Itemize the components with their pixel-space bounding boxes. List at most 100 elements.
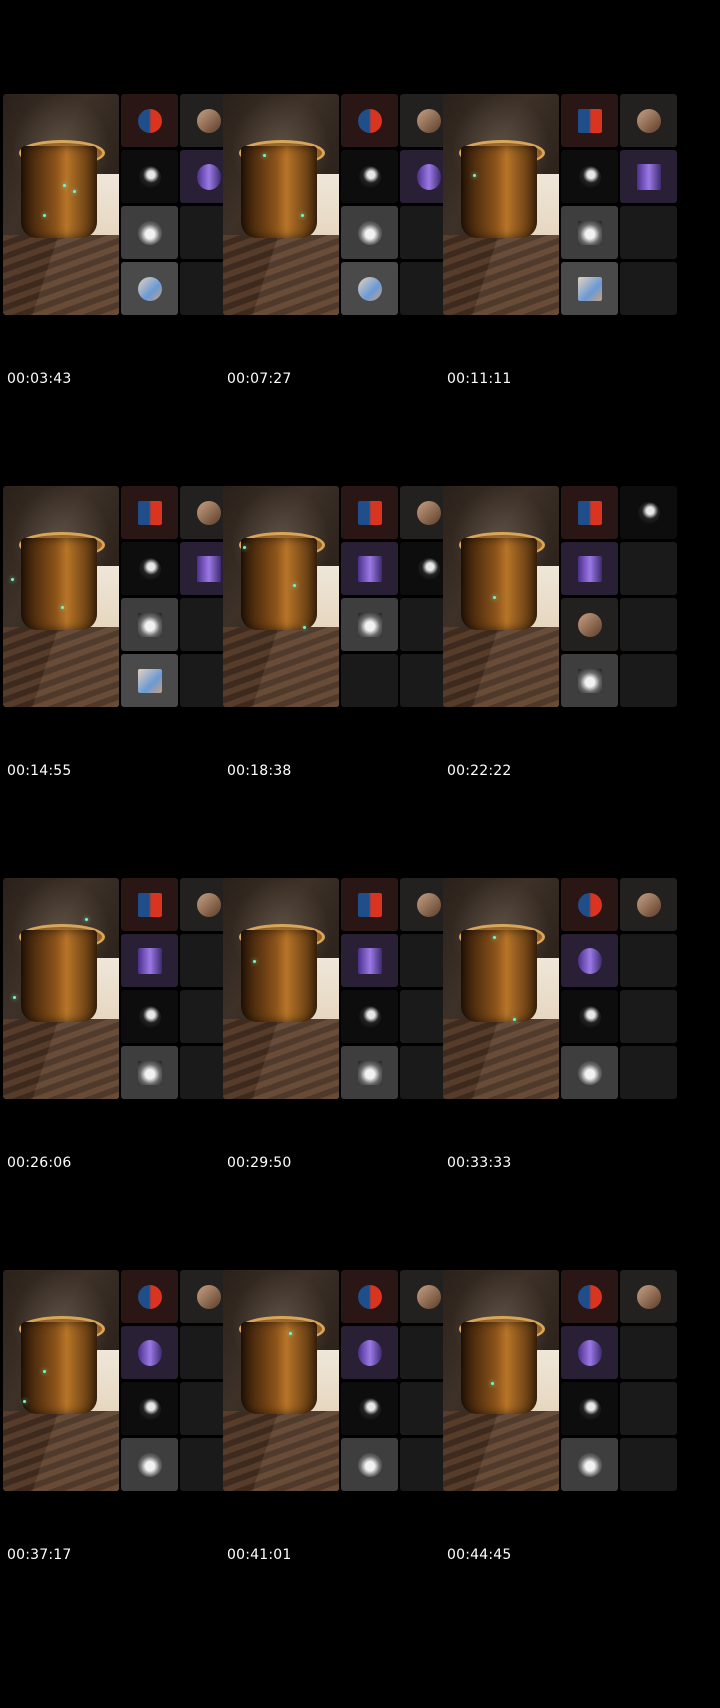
participant-tile[interactable] xyxy=(341,262,398,315)
participant-tile[interactable] xyxy=(341,542,398,595)
participant-tile[interactable] xyxy=(341,1046,398,1099)
participant-tile[interactable] xyxy=(561,654,618,707)
participant-tile[interactable] xyxy=(121,262,178,315)
contact-sheet-frame: 00:44:45 xyxy=(443,1270,677,1585)
participant-tile[interactable] xyxy=(341,150,398,203)
participant-tile[interactable] xyxy=(121,542,178,595)
participant-tile[interactable] xyxy=(121,598,178,651)
main-video-tile xyxy=(3,878,119,1099)
participant-tile[interactable] xyxy=(620,878,677,931)
participant-tile[interactable] xyxy=(121,878,178,931)
contact-sheet-frame: 00:03:43 xyxy=(3,94,237,409)
timecode-label: 00:14:55 xyxy=(7,763,72,779)
participant-tile[interactable] xyxy=(341,1270,398,1323)
participant-tile[interactable] xyxy=(561,598,618,651)
participant-tile[interactable] xyxy=(620,94,677,147)
participant-tile[interactable] xyxy=(561,262,618,315)
participant-tile[interactable] xyxy=(341,94,398,147)
participant-tile[interactable] xyxy=(121,934,178,987)
contact-sheet-frame: 00:22:22 xyxy=(443,486,677,801)
participant-tile[interactable] xyxy=(121,1382,178,1435)
main-video-tile xyxy=(443,94,559,315)
participant-tile[interactable] xyxy=(341,990,398,1043)
participant-tile[interactable] xyxy=(121,206,178,259)
main-video-tile xyxy=(443,1270,559,1491)
participant-tile[interactable] xyxy=(561,1326,618,1379)
video-call-layout xyxy=(223,94,457,318)
contact-sheet-frame: 00:33:33 xyxy=(443,878,677,1193)
participant-tile[interactable] xyxy=(561,150,618,203)
participant-tile[interactable] xyxy=(341,1382,398,1435)
empty-tile xyxy=(341,654,398,707)
participant-tile[interactable] xyxy=(620,150,677,203)
participant-tile[interactable] xyxy=(341,934,398,987)
participant-tile[interactable] xyxy=(121,150,178,203)
timecode-label: 00:26:06 xyxy=(7,1155,72,1171)
main-video-tile xyxy=(443,486,559,707)
contact-sheet-frame: 00:14:55 xyxy=(3,486,237,801)
main-video-tile xyxy=(223,878,339,1099)
participant-tile[interactable] xyxy=(561,878,618,931)
participant-tile[interactable] xyxy=(561,934,618,987)
contact-sheet-frame: 00:18:38 xyxy=(223,486,457,801)
video-call-layout xyxy=(223,878,457,1102)
participant-tile[interactable] xyxy=(561,1382,618,1435)
video-call-layout xyxy=(223,1270,457,1494)
main-video-tile xyxy=(223,94,339,315)
participant-tile[interactable] xyxy=(561,542,618,595)
contact-sheet-frame: 00:26:06 xyxy=(3,878,237,1193)
main-video-tile xyxy=(443,878,559,1099)
empty-tile xyxy=(620,1438,677,1491)
main-video-tile xyxy=(223,486,339,707)
empty-tile xyxy=(620,990,677,1043)
participant-tile[interactable] xyxy=(561,94,618,147)
timecode-label: 00:33:33 xyxy=(447,1155,512,1171)
participant-tile[interactable] xyxy=(620,486,677,539)
timecode-label: 00:29:50 xyxy=(227,1155,292,1171)
video-call-layout xyxy=(3,94,237,318)
empty-tile xyxy=(620,542,677,595)
participant-tile[interactable] xyxy=(121,486,178,539)
contact-sheet-frame: 00:11:11 xyxy=(443,94,677,409)
empty-tile xyxy=(620,934,677,987)
main-video-tile xyxy=(3,94,119,315)
video-call-layout xyxy=(223,486,457,710)
video-call-layout xyxy=(3,486,237,710)
participant-tile[interactable] xyxy=(561,206,618,259)
participant-tile[interactable] xyxy=(341,1326,398,1379)
video-call-layout xyxy=(443,878,677,1102)
participant-tile[interactable] xyxy=(121,1326,178,1379)
empty-tile xyxy=(620,1046,677,1099)
timecode-label: 00:07:27 xyxy=(227,371,292,387)
timecode-label: 00:37:17 xyxy=(7,1547,72,1563)
video-call-layout xyxy=(443,94,677,318)
participant-tile[interactable] xyxy=(121,94,178,147)
participant-tile[interactable] xyxy=(121,990,178,1043)
participant-tile[interactable] xyxy=(121,1046,178,1099)
timecode-label: 00:22:22 xyxy=(447,763,512,779)
video-call-layout xyxy=(3,878,237,1102)
participant-tile[interactable] xyxy=(561,1046,618,1099)
main-video-tile xyxy=(3,486,119,707)
participant-tile[interactable] xyxy=(561,990,618,1043)
participant-tile[interactable] xyxy=(561,486,618,539)
participant-tile[interactable] xyxy=(341,598,398,651)
participant-tile[interactable] xyxy=(341,206,398,259)
contact-sheet-frame: 00:07:27 xyxy=(223,94,457,409)
main-video-tile xyxy=(3,1270,119,1491)
empty-tile xyxy=(620,1326,677,1379)
participant-tile[interactable] xyxy=(121,1438,178,1491)
participant-tile[interactable] xyxy=(121,1270,178,1323)
timecode-label: 00:44:45 xyxy=(447,1547,512,1563)
participant-tile[interactable] xyxy=(561,1438,618,1491)
video-call-layout xyxy=(3,1270,237,1494)
participant-tile[interactable] xyxy=(620,1270,677,1323)
participant-tile[interactable] xyxy=(341,486,398,539)
contact-sheet-frame: 00:29:50 xyxy=(223,878,457,1193)
participant-tile[interactable] xyxy=(121,654,178,707)
participant-tile[interactable] xyxy=(561,1270,618,1323)
empty-tile xyxy=(620,1382,677,1435)
participant-tile[interactable] xyxy=(341,1438,398,1491)
participant-tile[interactable] xyxy=(341,878,398,931)
timecode-label: 00:18:38 xyxy=(227,763,292,779)
